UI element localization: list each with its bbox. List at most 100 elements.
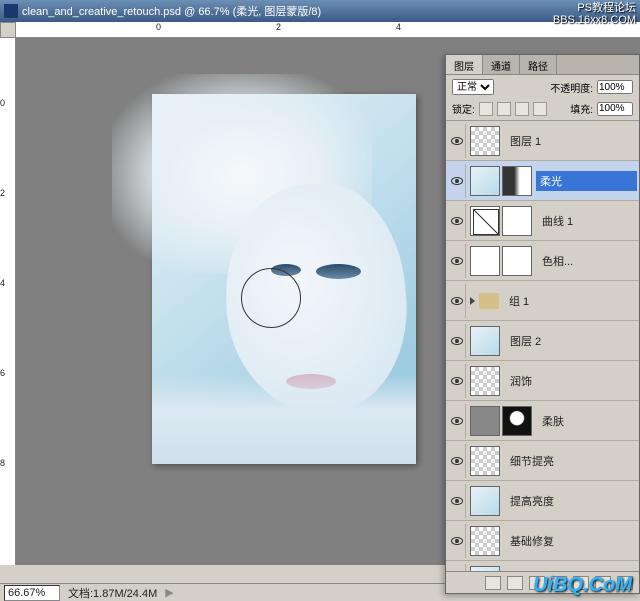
watermark-top: PS教程论坛 BBS.16xx8.COM [553,2,636,26]
layer-row[interactable]: 润饰 [446,361,639,401]
ruler-tick: 6 [0,368,5,378]
layer-thumbnail[interactable] [502,166,532,196]
expand-arrow-icon[interactable] [470,297,475,305]
lock-label: 锁定: [452,101,475,116]
visibility-toggle[interactable] [448,244,466,278]
zoom-title: 66.7% [198,6,229,18]
layer-name[interactable]: 柔肤 [536,413,637,429]
filename: clean_and_creative_retouch.psd [22,6,181,18]
layer-thumbnail[interactable] [470,406,500,436]
layer-row[interactable]: 图层 1 [446,121,639,161]
layer-name[interactable]: 图层 1 [504,133,637,149]
eye-icon [451,177,463,185]
layer-name[interactable]: 柔光 [536,171,637,191]
layer-thumbnail[interactable] [502,406,532,436]
ruler-tick: 0 [156,22,161,32]
tab-channels[interactable]: 通道 [483,55,520,74]
layer-thumbnail[interactable] [502,246,532,276]
ruler-tick: 8 [0,458,5,468]
eye-icon [451,417,463,425]
fx-icon[interactable] [507,576,523,590]
visibility-toggle[interactable] [448,124,466,158]
visibility-toggle[interactable] [448,364,466,398]
layer-thumbnail[interactable] [502,206,532,236]
layers-list[interactable]: 图层 1 柔光曲线 1 色相... 组 1 图层 2 润饰柔肤细节提亮提高亮度基础修复背景 [446,121,639,571]
layer-row[interactable]: 图层 2 [446,321,639,361]
eye-icon [451,377,463,385]
ruler-tick: 2 [276,22,281,32]
layer-thumbnail[interactable] [470,526,500,556]
image-content [152,374,416,464]
tab-layers[interactable]: 图层 [446,55,483,74]
layer-row[interactable]: 色相... [446,241,639,281]
eye-icon [451,297,463,305]
layer-thumbnail[interactable] [470,326,500,356]
layer-thumbnail[interactable] [470,246,500,276]
opacity-label: 不透明度: [550,80,593,95]
layer-thumbnail[interactable] [470,486,500,516]
opacity-input[interactable] [597,80,633,94]
eye-icon [451,337,463,345]
layer-name[interactable]: 提高亮度 [504,493,637,509]
ruler-origin[interactable] [0,22,16,38]
folder-icon [479,293,499,309]
ruler-tick: 2 [0,188,5,198]
document-title: clean_and_creative_retouch.psd @ 66.7% (… [22,3,636,19]
zoom-input[interactable]: 66.67% [4,585,60,601]
visibility-toggle[interactable] [448,484,466,518]
blend-mode-select[interactable]: 正常 [452,79,494,95]
horizontal-ruler[interactable]: 0 2 4 [16,22,640,38]
image-content [316,264,361,279]
fill-label: 填充: [570,101,593,116]
layer-name[interactable]: 色相... [536,253,637,269]
eye-icon [451,457,463,465]
layer-thumbnail[interactable] [470,126,500,156]
fill-input[interactable] [597,102,633,116]
watermark-bottom: UiBQ.CoM [533,574,632,597]
layer-thumbnail[interactable] [470,206,500,236]
layer-name[interactable]: 图层 2 [504,333,637,349]
layer-row[interactable]: 提高亮度 [446,481,639,521]
layer-row[interactable]: 柔肤 [446,401,639,441]
window-titlebar: clean_and_creative_retouch.psd @ 66.7% (… [0,0,640,22]
ruler-tick: 0 [0,98,5,108]
panel-tabs: 图层 通道 路径 [446,55,639,75]
layer-name[interactable]: 润饰 [504,373,637,389]
layer-name[interactable]: 曲线 1 [536,213,637,229]
visibility-toggle[interactable] [448,324,466,358]
layer-name[interactable]: 组 1 [503,293,637,309]
layer-thumbnail[interactable] [470,166,500,196]
lock-position-icon[interactable] [515,102,529,116]
visibility-toggle[interactable] [448,444,466,478]
lock-pixels-icon[interactable] [497,102,511,116]
vertical-ruler[interactable]: 0 2 4 6 8 [0,38,16,565]
visibility-toggle[interactable] [448,404,466,438]
layer-row[interactable]: 基础修复 [446,521,639,561]
layer-name[interactable]: 细节提亮 [504,453,637,469]
link-layers-icon[interactable] [485,576,501,590]
layer-row[interactable]: 细节提亮 [446,441,639,481]
brush-cursor [241,268,301,328]
ruler-tick: 4 [0,278,5,288]
visibility-toggle[interactable] [448,164,466,198]
doc-size-info[interactable]: 文档:1.87M/24.4M [68,585,157,601]
eye-icon [451,537,463,545]
layer-thumbnail[interactable] [470,366,500,396]
tab-paths[interactable]: 路径 [520,55,557,74]
layer-name[interactable]: 基础修复 [504,533,637,549]
visibility-toggle[interactable] [448,524,466,558]
layer-row[interactable]: 背景 [446,561,639,571]
visibility-toggle[interactable] [448,564,466,572]
layer-row[interactable]: 柔光 [446,161,639,201]
layer-row[interactable]: 曲线 1 [446,201,639,241]
layer-thumbnail[interactable] [470,446,500,476]
visibility-toggle[interactable] [448,204,466,238]
eye-icon [451,217,463,225]
eye-icon [451,497,463,505]
layer-options: 正常 不透明度: 锁定: 填充: [446,75,639,121]
layer-row[interactable]: 组 1 [446,281,639,321]
eye-icon [451,137,463,145]
lock-all-icon[interactable] [533,102,547,116]
lock-transparency-icon[interactable] [479,102,493,116]
visibility-toggle[interactable] [448,284,466,318]
